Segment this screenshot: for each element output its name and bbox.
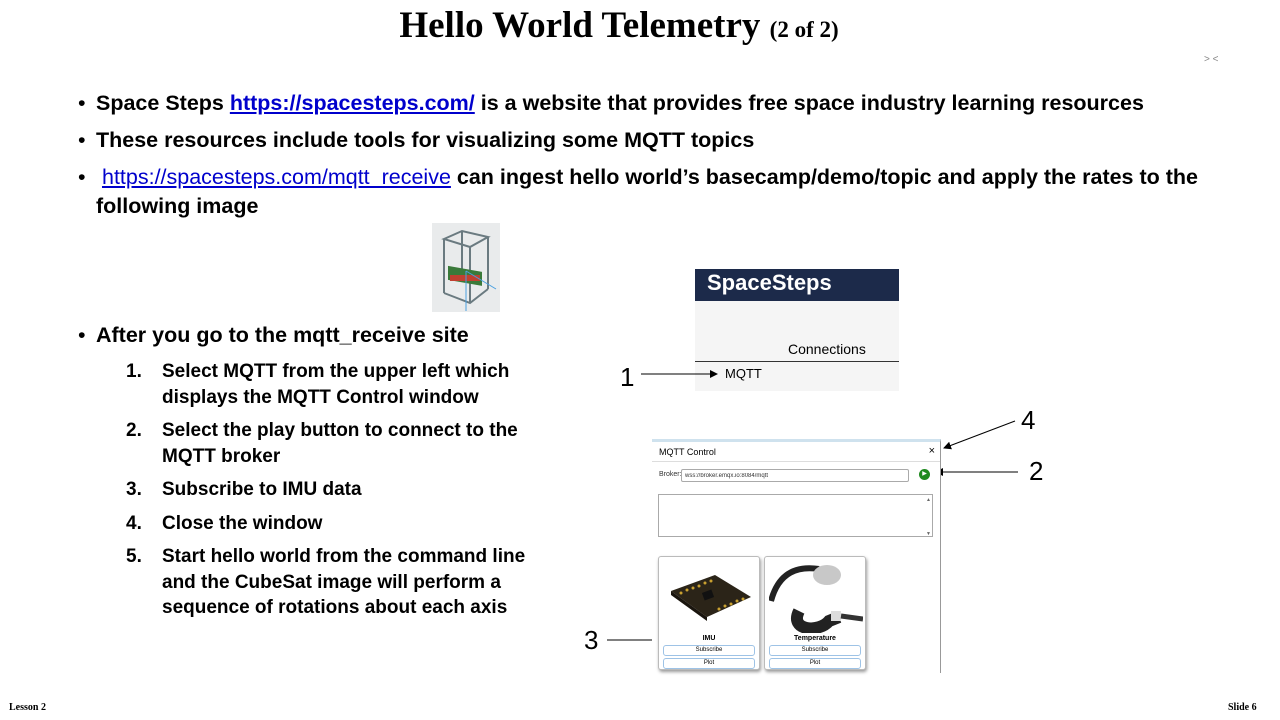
step-item: 5. Start hello world from the command lin… bbox=[126, 544, 541, 621]
arrow-4 bbox=[943, 420, 1016, 450]
imu-plot-button[interactable]: Plot bbox=[663, 658, 755, 669]
spacesteps-header: SpaceSteps bbox=[695, 269, 899, 301]
step-number: 1. bbox=[126, 361, 142, 382]
step-text: Close the window bbox=[162, 512, 323, 534]
step-text: Select MQTT from the upper left which di… bbox=[162, 361, 510, 408]
step-text: Subscribe to IMU data bbox=[162, 479, 362, 500]
temperature-sensor-icon bbox=[769, 561, 863, 633]
scroll-down-icon[interactable]: ▼ bbox=[926, 531, 931, 537]
slide-title-sub: (2 of 2) bbox=[769, 17, 839, 42]
callout-4: 4 bbox=[1021, 405, 1036, 435]
imu-board-icon bbox=[663, 561, 757, 633]
close-icon[interactable]: × bbox=[929, 445, 935, 457]
spacesteps-link[interactable]: https://spacesteps.com/ bbox=[230, 91, 475, 115]
bullet-after: After you go to the mqtt_receive site bbox=[78, 321, 578, 350]
mqtt-control-titlebar: MQTT Control × bbox=[652, 442, 940, 462]
slide-title: Hello World Telemetry (2 of 2) bbox=[0, 4, 1238, 47]
temperature-card: Temperature Subscribe Plot bbox=[764, 556, 866, 670]
footer-lesson: Lesson 2 bbox=[9, 702, 46, 713]
step-number: 2. bbox=[126, 420, 142, 441]
bullet-mqtt-receive: https://spacesteps.com/mqtt_receive can … bbox=[78, 163, 1228, 221]
step-number: 5. bbox=[126, 546, 142, 567]
bullet-resources: These resources include tools for visual… bbox=[78, 126, 1228, 155]
cubesat-icon bbox=[441, 229, 497, 311]
bullet-text: Space Steps bbox=[96, 91, 230, 115]
mqtt-receive-link[interactable]: https://spacesteps.com/mqtt_receive bbox=[102, 165, 451, 189]
footer-slide-number: Slide 6 bbox=[1228, 702, 1257, 713]
steps-list: 1. Select MQTT from the upper left which … bbox=[126, 359, 541, 629]
bullet-after-list: After you go to the mqtt_receive site bbox=[78, 321, 578, 350]
play-icon[interactable]: ▶ bbox=[919, 469, 930, 480]
bullet-text: is a website that provides free space in… bbox=[474, 91, 1144, 115]
corner-mark: > < bbox=[1204, 54, 1219, 65]
cubesat-image bbox=[432, 223, 500, 312]
step-item: 1. Select MQTT from the upper left which … bbox=[126, 359, 541, 410]
temperature-plot-button[interactable]: Plot bbox=[769, 658, 861, 669]
imu-subscribe-button[interactable]: Subscribe bbox=[663, 645, 755, 656]
message-log[interactable]: ▲ ▼ bbox=[658, 494, 933, 537]
step-number: 4. bbox=[126, 512, 142, 534]
imu-card: IMU Subscribe Plot bbox=[658, 556, 760, 670]
callout-1: 1 bbox=[620, 362, 635, 392]
bullet-list: Space Steps https://spacesteps.com/ is a… bbox=[78, 89, 1228, 229]
step-item: 4. Close the window bbox=[126, 511, 541, 537]
scrollbar[interactable]: ▲ ▼ bbox=[926, 497, 931, 537]
step-item: 3. Subscribe to IMU data bbox=[126, 477, 541, 503]
temperature-card-name: Temperature bbox=[794, 635, 836, 642]
connections-label: Connections bbox=[788, 341, 866, 357]
callout-3: 3 bbox=[584, 625, 599, 655]
scroll-up-icon[interactable]: ▲ bbox=[926, 497, 931, 503]
mqtt-control-window: MQTT Control × Broker: ▶ ▲ ▼ IMU Subscri… bbox=[652, 439, 941, 673]
menu-divider bbox=[695, 361, 899, 362]
step-text: Start hello world from the command line … bbox=[162, 546, 526, 618]
broker-label: Broker: bbox=[659, 471, 682, 478]
temperature-subscribe-button[interactable]: Subscribe bbox=[769, 645, 861, 656]
step-text: Select the play button to connect to the… bbox=[162, 420, 518, 467]
broker-input[interactable] bbox=[681, 469, 909, 482]
bullet-spacesteps: Space Steps https://spacesteps.com/ is a… bbox=[78, 89, 1228, 118]
callout-2: 2 bbox=[1029, 456, 1044, 486]
step-number: 3. bbox=[126, 479, 142, 500]
mqtt-menu-item[interactable]: MQTT bbox=[725, 366, 762, 381]
imu-card-name: IMU bbox=[702, 635, 716, 642]
step-item: 2. Select the play button to connect to t… bbox=[126, 418, 541, 469]
slide-title-main: Hello World Telemetry bbox=[399, 5, 761, 46]
mqtt-control-title: MQTT Control bbox=[659, 447, 716, 457]
